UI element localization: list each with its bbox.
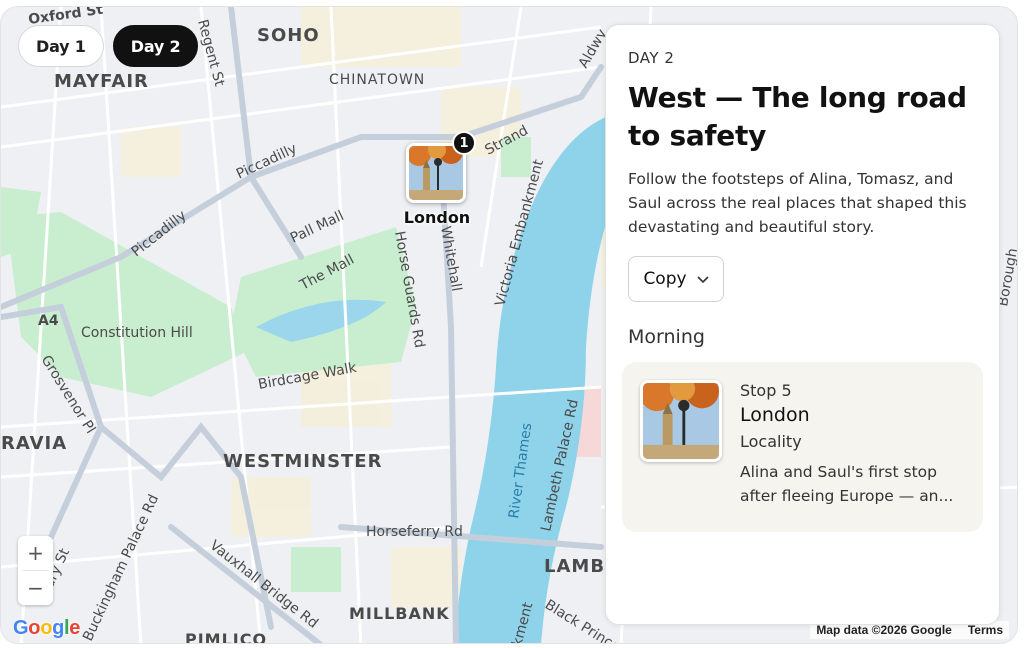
map-label-soho: SOHO bbox=[257, 25, 320, 46]
stop-blurb: Alina and Saul's first stop after fleein… bbox=[740, 463, 954, 505]
google-logo-letter: o bbox=[28, 617, 41, 639]
google-logo[interactable]: Google bbox=[13, 617, 80, 640]
marker-label: London bbox=[403, 208, 471, 227]
stop-card[interactable]: Stop 5 London Locality Alina and Saul's … bbox=[622, 362, 983, 532]
day-tabs: Day 1 Day 2 bbox=[18, 25, 199, 67]
map-label-constitution: Constitution Hill bbox=[81, 325, 193, 341]
day-title: West — The long road to safety bbox=[628, 81, 967, 152]
copy-button[interactable]: Copy bbox=[628, 256, 724, 302]
section-heading: Morning bbox=[628, 326, 705, 348]
map-label-millbank: MILLBANK bbox=[349, 604, 450, 623]
map-label-horseferry: Horseferry Rd bbox=[366, 524, 463, 540]
terms-link[interactable]: Terms bbox=[968, 623, 1003, 637]
zoom-controls: + − bbox=[18, 536, 53, 605]
stop-type: Locality bbox=[740, 432, 802, 451]
day-2-tab[interactable]: Day 2 bbox=[112, 25, 199, 67]
day-eyebrow: DAY 2 bbox=[628, 49, 675, 67]
day-1-tab[interactable]: Day 1 bbox=[18, 25, 104, 67]
map-label-a4: A4 bbox=[38, 313, 59, 329]
map-label-gravia: RAVIA bbox=[1, 433, 67, 454]
chevron-down-icon bbox=[696, 269, 709, 289]
day-description: Follow the footsteps of Alina, Tomasz, a… bbox=[628, 170, 967, 236]
google-logo-letter: G bbox=[13, 617, 29, 639]
stop-place: London bbox=[740, 404, 810, 426]
stop-thumbnail bbox=[640, 380, 722, 462]
map-marker-london[interactable]: 1 London bbox=[404, 131, 476, 227]
map-data-text: Map data ©2026 Google bbox=[816, 623, 952, 637]
google-logo-letter: g bbox=[52, 617, 65, 639]
marker-badge: 1 bbox=[452, 131, 476, 155]
zoom-in-button[interactable]: + bbox=[18, 536, 53, 570]
google-logo-letter: e bbox=[69, 617, 81, 639]
map-label-westminster: WESTMINSTER bbox=[223, 451, 382, 472]
zoom-out-button[interactable]: − bbox=[18, 571, 53, 605]
stop-number: Stop 5 bbox=[740, 381, 792, 400]
map-label-mayfair: MAYFAIR bbox=[54, 71, 149, 92]
stop-details: Stop 5 London Locality Alina and Saul's … bbox=[740, 380, 965, 532]
map-label-chinatown: CHINATOWN bbox=[329, 72, 425, 88]
google-logo-letter: o bbox=[40, 617, 53, 639]
itinerary-panel: DAY 2 West — The long road to safety Fol… bbox=[605, 24, 1000, 625]
copy-label: Copy bbox=[643, 269, 687, 289]
map-label-lamb: LAMB bbox=[544, 556, 605, 577]
map-label-pimlico: PIMLICO bbox=[185, 630, 267, 644]
